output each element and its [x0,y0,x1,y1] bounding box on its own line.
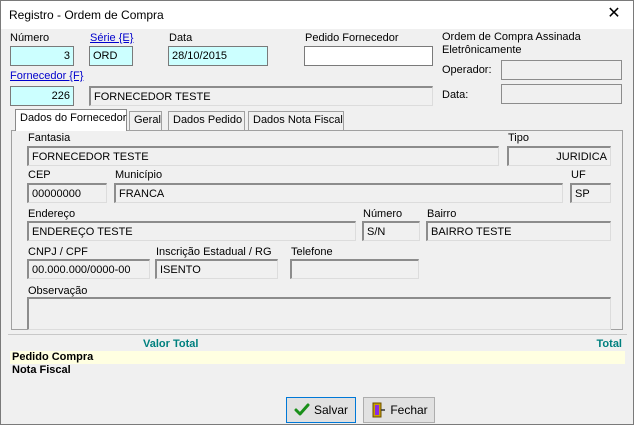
inscricao-estadual-field: ISENTO [155,259,278,279]
endereco-label: Endereço [28,208,76,220]
operador-field [501,60,622,80]
uf-label: UF [571,169,586,181]
salvar-button[interactable]: Salvar [286,397,356,423]
window-title: Registro - Ordem de Compra [9,8,164,22]
tab-dados-nota-fiscal[interactable]: Dados Nota Fiscal [248,111,344,130]
tipo-label: Tipo [508,132,529,144]
telefone-field [290,259,419,279]
row-label: Nota Fiscal [12,364,71,376]
observacao-label: Observação [28,285,88,297]
serie-input[interactable]: ORD [89,46,133,66]
numero-endereco-field: S/N [362,221,420,241]
telefone-label: Telefone [291,246,333,258]
tab-geral[interactable]: Geral [129,111,162,130]
tab-label: Dados do Fornecedor [20,112,127,124]
data2-label: Data: [442,89,469,101]
check-icon [294,403,310,416]
fornecedor-link[interactable]: Fornecedor {F} [10,70,83,82]
fantasia-label: Fantasia [28,132,71,144]
serie-link[interactable]: Série {E} [90,32,133,44]
numero-endereco-label: Número [363,208,403,220]
inscricao-estadual-label: Inscrição Estadual / RG [156,246,272,258]
assinada-label-line1: Ordem de Compra Assinada [442,31,581,43]
fantasia-field: FORNECEDOR TESTE [27,146,499,166]
data-input[interactable]: 28/10/2015 [168,46,268,66]
fechar-button[interactable]: Fechar [363,397,435,423]
municipio-field: FRANCA [114,183,563,203]
total-header: Total [596,338,622,350]
data-label: Data [169,32,193,44]
totals-row-nota-fiscal[interactable]: Nota Fiscal [10,364,625,377]
cnpj-label: CNPJ / CPF [28,246,88,258]
numero-input[interactable]: 3 [10,46,74,66]
operador-label: Operador: [442,64,492,76]
row-label: Pedido Compra [12,351,94,363]
tab-dados-fornecedor[interactable]: Dados do Fornecedor [15,109,127,131]
dialog-window: Registro - Ordem de Compra ✕ Número 3 Sé… [0,0,634,425]
cep-field: 00000000 [27,183,107,203]
municipio-label: Município [115,169,163,181]
cnpj-field: 00.000.000/0000-00 [27,259,150,279]
pedido-fornecedor-input[interactable] [304,46,433,66]
salvar-label: Salvar [313,403,348,417]
observacao-field [27,297,611,330]
totals-grid-header: Valor Total Total [10,338,625,351]
endereco-field: ENDEREÇO TESTE [27,221,356,241]
tab-label: Dados Pedido [173,114,243,126]
tab-label: Dados Nota Fiscal [253,114,343,126]
tab-label: Geral [134,114,161,126]
door-exit-icon [372,402,386,418]
pedido-fornecedor-label: Pedido Fornecedor [305,32,399,44]
tipo-field: JURIDICA [507,146,611,166]
bairro-field: BAIRRO TESTE [426,221,611,241]
fornecedor-name-field: FORNECEDOR TESTE [89,86,433,106]
cep-label: CEP [28,169,51,181]
title-bar: Registro - Ordem de Compra ✕ [1,1,633,29]
bairro-label: Bairro [427,208,457,220]
numero-label: Número [10,32,50,44]
divider [8,334,627,335]
data2-field [501,84,622,104]
valor-total-header: Valor Total [143,338,199,350]
assinada-label-line2: Eletrônicamente [442,44,522,56]
uf-field: SP [570,183,611,203]
fechar-label: Fechar [390,403,428,417]
totals-row-pedido-compra[interactable]: Pedido Compra [10,351,625,364]
close-icon[interactable]: ✕ [605,5,623,23]
tab-dados-pedido[interactable]: Dados Pedido [168,111,245,130]
fornecedor-code-input[interactable]: 226 [10,86,74,106]
